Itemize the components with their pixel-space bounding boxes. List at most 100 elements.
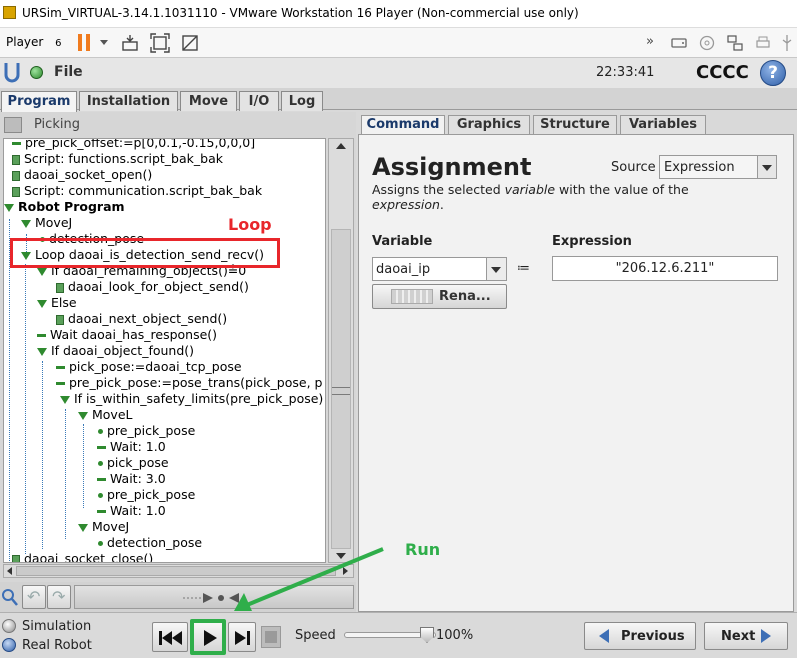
tab-program[interactable]: Program — [1, 91, 77, 112]
tree-row[interactable]: MoveJ — [21, 215, 72, 230]
tree-row[interactable]: detection_pose — [98, 535, 202, 550]
search-icon[interactable] — [1, 587, 19, 607]
tree-row[interactable]: daoai_socket_open() — [12, 167, 152, 182]
expand-icon[interactable] — [4, 203, 14, 212]
variable-select[interactable]: daoai_ip — [372, 257, 507, 281]
next-button[interactable]: Next — [704, 622, 788, 650]
description-text: with the value of the — [555, 182, 689, 197]
chevron-down-icon — [491, 267, 501, 273]
help-button[interactable]: ? — [760, 60, 786, 86]
tree-row[interactable]: pick_pose — [98, 455, 169, 470]
stop-button[interactable] — [261, 626, 281, 648]
tree-row[interactable]: pre_pick_pose:=pose_trans(pick_pose, p — [56, 375, 322, 390]
tree-row-label: Robot Program — [17, 199, 125, 214]
expression-value: "206.12.6.211" — [615, 261, 715, 276]
tree-row-label: pre_pick_pose — [106, 423, 196, 438]
tree-row[interactable]: Else — [37, 295, 77, 310]
tree-row[interactable]: pre_pick_offset:=p[0,0.1,-0.15,0,0,0] — [12, 139, 255, 150]
tree-row[interactable]: daoai_next_object_send() — [56, 311, 227, 326]
simulation-radio[interactable] — [2, 619, 16, 633]
expand-icon[interactable] — [37, 267, 47, 276]
wait-icon — [97, 510, 106, 513]
previous-label: Previous — [621, 629, 685, 644]
tree-row[interactable]: If daoai_object_found() — [37, 343, 194, 358]
tree-row[interactable]: MoveJ — [78, 519, 129, 534]
script-icon — [12, 186, 20, 197]
tab-structure[interactable]: Structure — [533, 115, 617, 134]
tree-row-label: Wait daoai_has_response() — [49, 327, 218, 342]
run-annotation: Run — [405, 540, 441, 559]
redo-icon: ↷ — [52, 587, 66, 606]
pause-icon[interactable] — [78, 34, 92, 51]
tree-row-label: Script: communication.script_bak_bak — [23, 183, 263, 198]
tree-row[interactable]: If is_within_safety_limits(pre_pick_pose… — [60, 391, 323, 406]
tree-row-label: Wait: 3.0 — [109, 471, 166, 486]
expand-icon[interactable] — [21, 219, 31, 228]
previous-button[interactable]: Previous — [584, 622, 696, 650]
step-button[interactable] — [228, 622, 256, 652]
expand-icon[interactable] — [37, 347, 47, 356]
chevron-down-icon — [762, 165, 772, 171]
tree-row[interactable]: pre_pick_pose — [98, 487, 195, 502]
tree-row[interactable]: Robot Program — [4, 199, 125, 214]
expression-label: Expression — [552, 234, 632, 249]
fullscreen-icon[interactable] — [150, 33, 170, 53]
unity-icon[interactable] — [180, 33, 200, 53]
tab-io[interactable]: I/O — [239, 91, 279, 111]
scroll-thumb-grip[interactable] — [332, 387, 350, 395]
expand-icon[interactable] — [60, 395, 70, 404]
play-button[interactable] — [190, 619, 226, 655]
tree-guide — [65, 409, 66, 539]
tree-row-label: MoveL — [91, 407, 133, 422]
assign-icon — [12, 142, 21, 145]
cd-icon[interactable] — [698, 34, 716, 52]
tree-row[interactable]: pick_pose:=daoai_tcp_pose — [56, 359, 242, 374]
tree-row[interactable]: Wait: 1.0 — [97, 439, 166, 454]
file-menu[interactable]: File — [54, 64, 83, 80]
usb-icon[interactable] — [780, 34, 794, 52]
scroll-up-icon[interactable] — [336, 143, 346, 149]
disk-icon[interactable] — [670, 34, 688, 52]
undo-button[interactable]: ↶ — [22, 585, 46, 609]
speed-slider[interactable] — [344, 627, 436, 643]
tab-move[interactable]: Move — [180, 91, 237, 111]
tree-row[interactable]: Script: functions.script_bak_bak — [12, 151, 223, 166]
chevron-down-icon[interactable] — [100, 40, 108, 45]
tab-graphics[interactable]: Graphics — [448, 115, 530, 134]
robot-name: CCCC — [696, 62, 749, 83]
tab-variables[interactable]: Variables — [620, 115, 706, 134]
tab-installation[interactable]: Installation — [79, 91, 178, 111]
expand-icon[interactable] — [78, 523, 88, 532]
scroll-left-icon[interactable] — [7, 567, 12, 575]
tree-row[interactable]: MoveL — [78, 407, 132, 422]
source-select[interactable]: Expression — [659, 155, 777, 179]
send-keys-icon[interactable] — [120, 33, 140, 53]
script-icon — [12, 554, 20, 562]
expand-icon[interactable] — [78, 411, 88, 420]
tab-log[interactable]: Log — [281, 91, 323, 111]
tree-row[interactable]: Wait: 1.0 — [97, 503, 166, 518]
tree-row[interactable]: Wait daoai_has_response() — [37, 327, 217, 342]
tree-row[interactable]: Wait: 3.0 — [97, 471, 166, 486]
tree-vertical-scrollbar[interactable] — [328, 138, 354, 563]
printer-icon[interactable] — [754, 34, 772, 52]
double-chevron-icon[interactable]: » — [646, 34, 654, 49]
expand-icon[interactable] — [37, 299, 47, 308]
tree-row[interactable]: daoai_socket_close() — [12, 551, 153, 562]
redo-button[interactable]: ↷ — [47, 585, 71, 609]
tab-command[interactable]: Command — [361, 115, 445, 134]
waypoint-icon — [98, 429, 103, 434]
tree-row[interactable]: daoai_look_for_object_send() — [56, 279, 249, 294]
expression-field[interactable]: "206.12.6.211" — [552, 256, 778, 281]
skip-back-button[interactable] — [152, 622, 188, 652]
network-icon[interactable] — [726, 34, 744, 52]
keyboard-icon — [391, 289, 433, 304]
player-menu[interactable]: Player 6 — [6, 35, 62, 49]
rename-button[interactable]: Rena... — [372, 284, 507, 309]
arrow-right-icon — [761, 629, 771, 643]
tree-row[interactable]: pre_pick_pose — [98, 423, 195, 438]
speed-slider-thumb[interactable] — [420, 627, 434, 643]
tree-row[interactable]: Script: communication.script_bak_bak — [12, 183, 262, 198]
program-tree[interactable]: pre_pick_offset:=p[0,0.1,-0.15,0,0,0] Sc… — [3, 138, 326, 563]
real-robot-radio[interactable] — [2, 638, 16, 652]
